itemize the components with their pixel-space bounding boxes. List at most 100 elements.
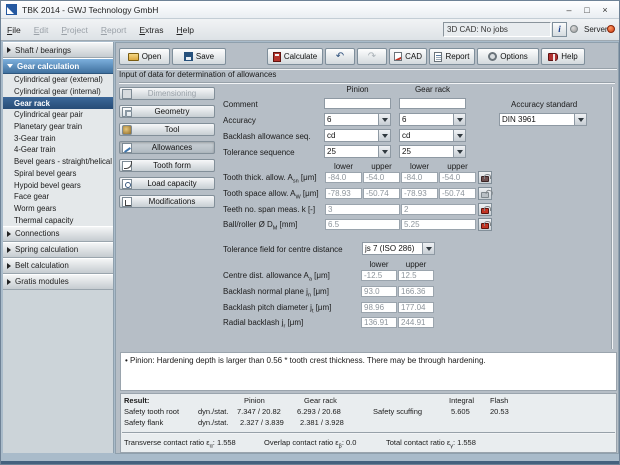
sidebar-section-connections[interactable]: Connections: [3, 226, 113, 242]
sidebar-item-face-gear[interactable]: Face gear: [3, 191, 113, 203]
dropdown-arrow-icon: [578, 118, 584, 122]
dropdown-arrow-icon: [457, 134, 463, 138]
sidebar-section-belt-calculation[interactable]: Belt calculation: [3, 258, 113, 274]
tooth-thick-lock-button[interactable]: [478, 171, 492, 184]
sidebar-section-shaft-bearings[interactable]: Shaft / bearings: [3, 42, 113, 58]
warning-box: • Pinion: Hardening depth is larger than…: [120, 352, 617, 391]
teeth-span-pinion-field[interactable]: 3: [325, 204, 400, 215]
maximize-button[interactable]: □: [578, 2, 596, 18]
modifications-icon: [122, 197, 132, 207]
accuracy-select-pinion[interactable]: 6: [324, 113, 391, 126]
sidebar-item-cylindrical-gear-pair[interactable]: Cylindrical gear pair: [3, 109, 113, 121]
menu-edit: Edit: [34, 25, 49, 35]
tooth-space-upper-pinion-field[interactable]: -50.74: [363, 188, 400, 199]
sidebar-item-gear-rack[interactable]: Gear rack: [3, 97, 113, 109]
subcol-lower-2: lower: [401, 162, 438, 171]
tolerance-seq-select-gear-rack[interactable]: 25: [399, 145, 466, 158]
dimensioning-button: Dimensioning: [119, 87, 215, 100]
centre-dist-lower-field[interactable]: -12.5: [361, 270, 397, 281]
server-status-led: [607, 25, 615, 33]
ball-roller-pinion-field[interactable]: 6.5: [325, 219, 400, 230]
ball-roller-gear-rack-field[interactable]: 5.25: [401, 219, 476, 230]
sidebar-section-gear-calculation[interactable]: Gear calculation: [3, 58, 113, 74]
backlash-pitch-upper-field[interactable]: 177.04: [398, 302, 434, 313]
dropdown-arrow-icon: [457, 118, 463, 122]
menu-extras[interactable]: Extras: [139, 25, 163, 35]
tooth-form-button[interactable]: Tooth form: [119, 159, 215, 172]
tooth-thick-lower-pinion-field[interactable]: -84.0: [325, 172, 362, 183]
backlash-normal-lower-field[interactable]: 93.0: [361, 286, 397, 297]
safety-flank-gear-rack-value: 2.381 / 3.928: [300, 418, 344, 427]
tooth-space-lower-gear-rack-field[interactable]: -78.93: [401, 188, 438, 199]
minimize-button[interactable]: –: [560, 2, 578, 18]
radial-backlash-upper-field[interactable]: 244.91: [398, 317, 434, 328]
close-button[interactable]: ×: [596, 2, 614, 18]
comment-input-pinion[interactable]: [324, 98, 391, 109]
tooth-space-lock-button[interactable]: [478, 187, 492, 200]
tooth-thick-upper-gear-rack-field[interactable]: -54.0: [439, 172, 476, 183]
allowances-button[interactable]: Allowances: [119, 141, 215, 154]
teeth-span-lock-button[interactable]: [478, 203, 492, 216]
tooth-space-upper-gear-rack-field[interactable]: -50.74: [439, 188, 476, 199]
sidebar-item-spiral-bevel-gears[interactable]: Spiral bevel gears: [3, 168, 113, 180]
sidebar-section-gratis-modules[interactable]: Gratis modules: [3, 274, 113, 290]
safety-tooth-root-label: Safety tooth root: [124, 407, 179, 416]
accuracy-standard-select[interactable]: DIN 3961: [499, 113, 587, 126]
sidebar-section-spring-calculation[interactable]: Spring calculation: [3, 242, 113, 258]
comment-input-gear-rack[interactable]: [399, 98, 466, 109]
options-button[interactable]: Options: [477, 48, 539, 65]
sidebar-item-bevel-gears[interactable]: Bevel gears - straight/helical: [3, 156, 113, 168]
info-button[interactable]: i: [552, 22, 567, 37]
subcol-lower-1: lower: [325, 162, 362, 171]
help-button[interactable]: Help: [541, 48, 585, 65]
backlash-normal-upper-field[interactable]: 166.36: [398, 286, 434, 297]
tooth-thick-lower-gear-rack-field[interactable]: -84.0: [401, 172, 438, 183]
calculator-icon: [273, 52, 281, 62]
infobar-text: Input of data for determination of allow…: [119, 70, 276, 79]
subcol-upper-3: upper: [398, 260, 434, 269]
open-folder-icon: [128, 53, 139, 61]
teeth-span-gear-rack-field[interactable]: 2: [401, 204, 476, 215]
safety-scuffing-integral-value: 5.605: [451, 407, 470, 416]
load-capacity-button[interactable]: Load capacity: [119, 177, 215, 190]
gear-rack-column-header: Gear rack: [399, 85, 466, 94]
sidebar-item-hypoid-bevel-gears[interactable]: Hypoid bevel gears: [3, 179, 113, 191]
tooth-space-lower-pinion-field[interactable]: -78.93: [325, 188, 362, 199]
sidebar-item-planetary-gear-train[interactable]: Planetary gear train: [3, 121, 113, 133]
geometry-button[interactable]: Geometry: [119, 105, 215, 118]
sidebar-item-3-gear-train[interactable]: 3-Gear train: [3, 132, 113, 144]
open-button[interactable]: Open: [119, 48, 170, 65]
tool-button[interactable]: Tool: [119, 123, 215, 136]
tolerance-seq-select-pinion[interactable]: 25: [324, 145, 391, 158]
accuracy-select-gear-rack[interactable]: 6: [399, 113, 466, 126]
lock-open-icon: [481, 192, 489, 198]
lock-closed-dark-icon: [481, 176, 489, 182]
save-button[interactable]: Save: [172, 48, 226, 65]
menu-file[interactable]: File: [7, 25, 21, 35]
server-label: Server:: [584, 25, 610, 34]
modifications-button[interactable]: Modifications: [119, 195, 215, 208]
centre-tolerance-select[interactable]: js 7 (ISO 286): [362, 242, 435, 255]
backlash-pitch-lower-field[interactable]: 98.96: [361, 302, 397, 313]
sidebar-item-cylindrical-gear-internal[interactable]: Cylindrical gear (internal): [3, 86, 113, 98]
report-button[interactable]: Report: [429, 48, 475, 65]
sidebar-item-4-gear-train[interactable]: 4-Gear train: [3, 144, 113, 156]
backlash-seq-select-pinion[interactable]: cd: [324, 129, 391, 142]
centre-dist-upper-field[interactable]: 12.5: [398, 270, 434, 281]
calculate-button[interactable]: Calculate: [267, 48, 323, 65]
safety-flank-label: Safety flank: [124, 418, 163, 427]
ball-roller-lock-button[interactable]: [478, 218, 492, 231]
accuracy-label: Accuracy: [223, 116, 256, 125]
sidebar-item-worm-gears[interactable]: Worm gears: [3, 203, 113, 215]
tolerance-seq-label: Tolerance sequence: [223, 148, 295, 157]
undo-button[interactable]: ↶: [325, 48, 355, 65]
tooth-thick-upper-pinion-field[interactable]: -54.0: [363, 172, 400, 183]
cad-button[interactable]: CAD: [389, 48, 427, 65]
dimensioning-icon: [122, 89, 132, 99]
menu-help[interactable]: Help: [176, 25, 193, 35]
sidebar-item-thermal-capacity[interactable]: Thermal capacity: [3, 214, 113, 226]
redo-button: ↷: [357, 48, 387, 65]
sidebar-item-cylindrical-gear-external[interactable]: Cylindrical gear (external): [3, 74, 113, 86]
radial-backlash-lower-field[interactable]: 136.91: [361, 317, 397, 328]
backlash-seq-select-gear-rack[interactable]: cd: [399, 129, 466, 142]
